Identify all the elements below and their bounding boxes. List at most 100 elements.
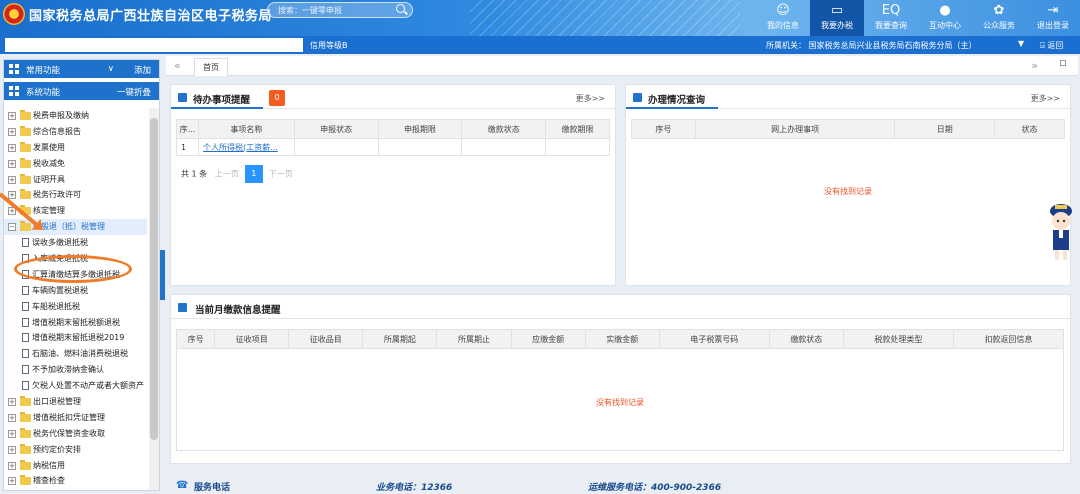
column-header: 所属期止 bbox=[436, 329, 512, 349]
todo-more-link[interactable]: 更多>> bbox=[576, 93, 605, 104]
expand-icon[interactable]: + bbox=[8, 477, 16, 486]
column-header: 征收项目 bbox=[214, 329, 290, 349]
nav-logout[interactable]: ⇥ 退出登录 bbox=[1026, 0, 1080, 36]
user-tab[interactable] bbox=[5, 38, 303, 52]
tree-leaf-item[interactable]: 误收多缴退抵税 bbox=[4, 235, 147, 251]
site-title: 国家税务总局广西壮族自治区电子税务局 bbox=[29, 8, 273, 23]
expand-icon[interactable]: + bbox=[8, 398, 16, 407]
tree-folder-item[interactable]: + 增值税抵扣凭证管理 bbox=[4, 410, 147, 426]
column-header: 应缴金额 bbox=[510, 329, 586, 349]
tree-folder-item[interactable]: + 证明开具 bbox=[4, 172, 147, 188]
scroll-left-icon[interactable]: « bbox=[174, 59, 181, 72]
message-icon bbox=[178, 303, 187, 312]
chevron-down-icon[interactable]: ∨ bbox=[108, 64, 114, 74]
next-page-button[interactable]: 下一页 bbox=[269, 170, 293, 179]
status-more-link[interactable]: 更多>> bbox=[1031, 93, 1060, 104]
tree-leaf-item[interactable]: 车船税退抵税 bbox=[4, 299, 147, 315]
expand-icon[interactable]: + bbox=[8, 143, 16, 152]
expand-icon[interactable]: + bbox=[8, 159, 16, 168]
return-button[interactable]: ⍈ 返回 bbox=[1040, 40, 1063, 51]
nav-interaction[interactable]: ● 互动中心 bbox=[918, 0, 972, 36]
column-header: 状态 bbox=[994, 119, 1065, 139]
search-input[interactable]: 搜索：一键零申报 bbox=[267, 2, 413, 18]
grid-icon bbox=[9, 86, 19, 96]
tree-leaf-item[interactable]: 欠税人处置不动产或者大额资产 bbox=[4, 378, 147, 394]
column-header: 序号 bbox=[631, 119, 696, 139]
tree-folder-item[interactable]: + 税费申报及缴纳 bbox=[4, 108, 147, 124]
tree-leaf-item[interactable]: 不予加收滞纳金确认 bbox=[4, 362, 147, 378]
search-icon[interactable] bbox=[396, 4, 405, 13]
folder-icon bbox=[20, 157, 31, 168]
tree-folder-item[interactable]: + 出口退税管理 bbox=[4, 394, 147, 410]
chevron-down-icon[interactable]: ▼ bbox=[1018, 39, 1024, 48]
folder-icon bbox=[20, 427, 31, 438]
prev-page-button[interactable]: 上一页 bbox=[215, 170, 239, 179]
tree-folder-item[interactable]: + 综合信息报告 bbox=[4, 124, 147, 140]
tree-folder-item[interactable]: + 税收减免 bbox=[4, 156, 147, 172]
column-header: 扣款返回信息 bbox=[952, 329, 1065, 349]
nav-do-tax[interactable]: ▭ 我要办税 bbox=[810, 0, 864, 36]
folder-icon bbox=[20, 475, 31, 486]
todo-panel: 待办事项提醒 0 更多>> 序... 事项名称 申报状态 申报期限 缴款状态 缴款期限 1 个人… bbox=[170, 84, 616, 286]
tree-folder-item[interactable]: + 发票使用 bbox=[4, 140, 147, 156]
column-header: 序号 bbox=[175, 329, 216, 349]
column-header: 缴款状态 bbox=[461, 119, 547, 139]
expand-icon[interactable]: + bbox=[8, 461, 16, 470]
function-tree: + 税费申报及缴纳 + 综合信息报告 + 发票使用 + 税收减免 + 证明开具 + 税务行政许可 + 核定… bbox=[4, 108, 147, 489]
folder-icon bbox=[20, 189, 31, 200]
common-functions-header[interactable]: 常用功能 ∨ 添加 bbox=[4, 60, 159, 78]
fold-all-button[interactable]: 一键折叠 bbox=[117, 86, 151, 98]
expand-icon[interactable]: + bbox=[8, 127, 16, 136]
logout-icon: ⇥ bbox=[1047, 3, 1059, 18]
tree-leaf-item[interactable]: 车辆购置税退税 bbox=[4, 283, 147, 299]
search-icon bbox=[633, 93, 642, 102]
column-header: 缴款期限 bbox=[545, 119, 610, 139]
folder-icon bbox=[20, 459, 31, 470]
tree-folder-item[interactable]: + 稽查检查 bbox=[4, 473, 147, 489]
expand-icon[interactable]: + bbox=[8, 175, 16, 184]
page-1-button[interactable]: 1 bbox=[244, 165, 263, 183]
mascot-icon bbox=[1050, 204, 1072, 260]
collapse-icon[interactable]: − bbox=[8, 223, 16, 232]
scroll-right-icon[interactable]: » bbox=[1031, 59, 1038, 72]
tree-folder-item[interactable]: + 纳税信用 bbox=[4, 458, 147, 474]
scrollbar-thumb[interactable] bbox=[150, 118, 158, 440]
todo-item-link[interactable]: 个人所得税(工资薪... bbox=[197, 138, 295, 156]
phone-icon: ☎ bbox=[176, 480, 189, 491]
expand-icon[interactable]: + bbox=[8, 429, 16, 438]
column-header: 序... bbox=[176, 119, 199, 139]
status-panel: 办理情况查询 更多>> 序号 网上办理事项 日期 状态 没有找到记录 bbox=[625, 84, 1071, 286]
tree-leaf-item[interactable]: 石脑油、燃料油消费税退税 bbox=[4, 346, 147, 362]
column-header: 征收品目 bbox=[288, 329, 364, 349]
tree-folder-item[interactable]: + 税务代保管资金收取 bbox=[4, 426, 147, 442]
tab-home[interactable]: 首页 bbox=[194, 58, 228, 76]
todo-pager: 共 1 条 上一页 1 下一页 bbox=[181, 165, 293, 183]
tree-leaf-item[interactable]: 增值税期末留抵退税2019 bbox=[4, 330, 147, 346]
column-header: 日期 bbox=[894, 119, 996, 139]
tree-folder-item[interactable]: − 一般退（抵）税管理 bbox=[4, 219, 147, 236]
sidebar-scrollbar[interactable] bbox=[149, 108, 159, 490]
maximize-icon[interactable] bbox=[1060, 60, 1066, 66]
tree-leaf-item[interactable]: 增值税期末留抵税额退税 bbox=[4, 315, 147, 331]
user-icon: ☺ bbox=[776, 3, 790, 18]
system-functions-header[interactable]: 系统功能 一键折叠 bbox=[4, 82, 159, 100]
tree-folder-item[interactable]: + 预约定价安排 bbox=[4, 442, 147, 458]
sidebar-splitter[interactable] bbox=[160, 250, 165, 300]
monitor-icon: ▭ bbox=[830, 3, 844, 18]
expand-icon[interactable]: + bbox=[8, 445, 16, 454]
expand-icon[interactable]: + bbox=[8, 112, 16, 120]
tab-bar: « 首页 » bbox=[166, 56, 1078, 76]
header-background bbox=[470, 0, 740, 36]
calendar-icon bbox=[178, 93, 187, 102]
nav-query[interactable]: EQ 我要查询 bbox=[864, 0, 918, 36]
info-bar: 信用等级B 所属机关： 国家税务总局兴业县税务局石南税务分局（主） ▼ ⍈ 返回 bbox=[0, 36, 1080, 54]
payment-table: 序号 征收项目 征收品目 所属期起 所属期止 应缴金额 实缴金额 电子税票号码 缴款状态 税款处理… bbox=[175, 329, 1065, 349]
expand-icon[interactable]: + bbox=[8, 413, 16, 422]
tree-folder-item[interactable]: + 税务行政许可 bbox=[4, 187, 147, 203]
nav-public-service[interactable]: ✿ 公众服务 bbox=[972, 0, 1026, 36]
add-button[interactable]: 添加 bbox=[134, 64, 151, 76]
nav-my-info[interactable]: ☺ 我的信息 bbox=[756, 0, 810, 36]
emblem-icon bbox=[3, 3, 25, 25]
document-icon bbox=[22, 349, 29, 359]
folder-icon bbox=[20, 125, 31, 136]
